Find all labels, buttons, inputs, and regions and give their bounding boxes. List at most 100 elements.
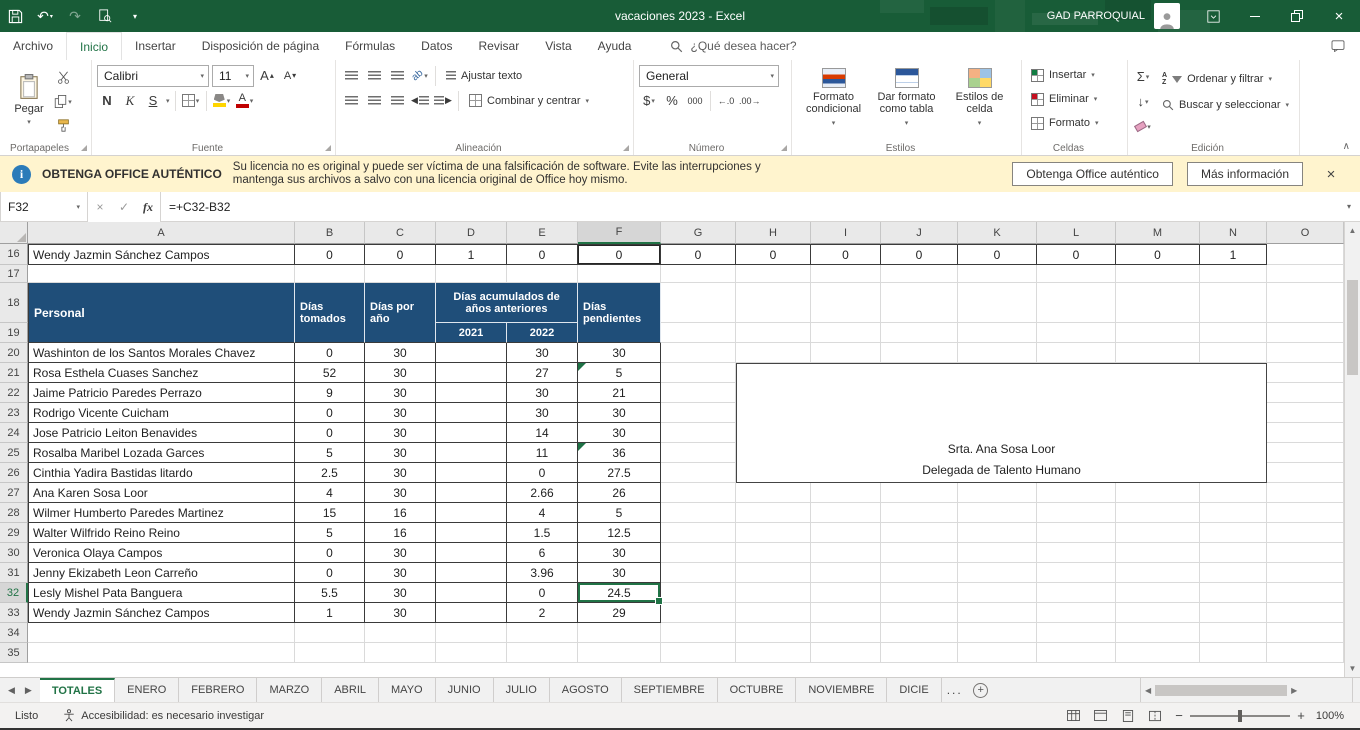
bold-button[interactable]: N: [97, 90, 117, 112]
cell-I18[interactable]: [811, 283, 881, 323]
cell-K35[interactable]: [958, 643, 1037, 663]
align-middle-icon[interactable]: [364, 65, 384, 87]
copy-icon[interactable]: ▾: [53, 92, 73, 111]
decrease-indent-icon[interactable]: ◀: [410, 90, 430, 112]
cell-L31[interactable]: [1037, 563, 1116, 583]
cell-F25[interactable]: 36: [578, 443, 661, 463]
cell-O24[interactable]: [1267, 423, 1344, 443]
cell-F34[interactable]: [578, 623, 661, 643]
decrease-decimal-icon[interactable]: .00→: [739, 90, 761, 112]
cell-F28[interactable]: 5: [578, 503, 661, 523]
cell-E17[interactable]: [507, 265, 578, 283]
cell-J31[interactable]: [881, 563, 958, 583]
cell-H28[interactable]: [736, 503, 811, 523]
ribbon-tab-disposicion-de-pagina[interactable]: Disposición de página: [189, 32, 332, 60]
cell-M28[interactable]: [1116, 503, 1200, 523]
column-header-M[interactable]: M: [1116, 222, 1200, 244]
zoom-out-icon[interactable]: −: [1168, 708, 1190, 723]
row-header-24[interactable]: 24: [0, 423, 28, 443]
page-break-view-icon[interactable]: [1141, 703, 1168, 728]
increase-font-icon[interactable]: A▴: [257, 65, 277, 87]
fill-icon[interactable]: ↓▾: [1133, 90, 1153, 113]
row-header-32[interactable]: 32: [0, 583, 28, 603]
column-header-B[interactable]: B: [295, 222, 365, 244]
cell-C34[interactable]: [365, 623, 436, 643]
cell-L17[interactable]: [1037, 265, 1116, 283]
row-header-18[interactable]: 18: [0, 283, 28, 323]
cell-H30[interactable]: [736, 543, 811, 563]
cell-I17[interactable]: [811, 265, 881, 283]
cell-H17[interactable]: [736, 265, 811, 283]
cell-O17[interactable]: [1267, 265, 1344, 283]
scroll-down-icon[interactable]: ▼: [1345, 660, 1360, 677]
zoom-level[interactable]: 100%: [1312, 710, 1360, 722]
next-sheet-icon[interactable]: ▶: [25, 685, 32, 696]
cell-M19[interactable]: [1116, 323, 1200, 343]
column-header-H[interactable]: H: [736, 222, 811, 244]
cell-G25[interactable]: [661, 443, 736, 463]
cell-I29[interactable]: [811, 523, 881, 543]
cell-H32[interactable]: [736, 583, 811, 603]
minimize-button[interactable]: [1234, 0, 1276, 32]
cell-H31[interactable]: [736, 563, 811, 583]
cell-M20[interactable]: [1116, 343, 1200, 363]
row-header-17[interactable]: 17: [0, 265, 28, 283]
conditional-formatting-button[interactable]: Formato condicional ▾: [797, 63, 870, 139]
cut-icon[interactable]: [53, 68, 73, 87]
cell-E24[interactable]: 14: [507, 423, 578, 443]
cell-J32[interactable]: [881, 583, 958, 603]
cell-C27[interactable]: 30: [365, 483, 436, 503]
cell-E27[interactable]: 2.66: [507, 483, 578, 503]
cell-A22[interactable]: Jaime Patricio Paredes Perrazo: [28, 383, 295, 403]
cell-N35[interactable]: [1200, 643, 1267, 663]
cell-O29[interactable]: [1267, 523, 1344, 543]
cell-F23[interactable]: 30: [578, 403, 661, 423]
decrease-font-icon[interactable]: A▾: [280, 65, 300, 87]
redo-icon[interactable]: ↷: [60, 0, 90, 32]
wrap-text-button[interactable]: Ajustar texto: [441, 65, 527, 87]
cell-B16[interactable]: 0: [295, 244, 365, 265]
cell-K33[interactable]: [958, 603, 1037, 623]
align-bottom-icon[interactable]: [387, 65, 407, 87]
cell-L32[interactable]: [1037, 583, 1116, 603]
ribbon-tab-ayuda[interactable]: Ayuda: [585, 32, 645, 60]
cell-L18[interactable]: [1037, 283, 1116, 323]
cell-G29[interactable]: [661, 523, 736, 543]
account-name[interactable]: GAD PARROQUIAL: [1047, 10, 1145, 22]
sheet-tab-julio[interactable]: JULIO: [494, 678, 550, 702]
cell-J17[interactable]: [881, 265, 958, 283]
cell-D24[interactable]: [436, 423, 507, 443]
cell-K34[interactable]: [958, 623, 1037, 643]
cell-I27[interactable]: [811, 483, 881, 503]
name-box[interactable]: F32 ▾: [0, 192, 88, 222]
cell-D17[interactable]: [436, 265, 507, 283]
italic-button[interactable]: K: [120, 90, 140, 112]
cell-A24[interactable]: Jose Patricio Leiton Benavides: [28, 423, 295, 443]
cell-N33[interactable]: [1200, 603, 1267, 623]
cell-A27[interactable]: Ana Karen Sosa Loor: [28, 483, 295, 503]
row-header-25[interactable]: 25: [0, 443, 28, 463]
cell-B32[interactable]: 5.5: [295, 583, 365, 603]
column-header-E[interactable]: E: [507, 222, 578, 244]
cell-O32[interactable]: [1267, 583, 1344, 603]
cell-G35[interactable]: [661, 643, 736, 663]
cell-C35[interactable]: [365, 643, 436, 663]
cell-C23[interactable]: 30: [365, 403, 436, 423]
cell-N30[interactable]: [1200, 543, 1267, 563]
cell-O25[interactable]: [1267, 443, 1344, 463]
row-header-19[interactable]: 19: [0, 323, 28, 343]
cell-F32[interactable]: 24.5: [578, 583, 661, 603]
cell-E20[interactable]: 30: [507, 343, 578, 363]
cell-E16[interactable]: 0: [507, 244, 578, 265]
scroll-left-icon[interactable]: ◀: [1145, 686, 1151, 695]
cell-G17[interactable]: [661, 265, 736, 283]
scroll-right-icon[interactable]: ▶: [1291, 686, 1297, 695]
cell-J29[interactable]: [881, 523, 958, 543]
cell-B22[interactable]: 9: [295, 383, 365, 403]
cell-F33[interactable]: 29: [578, 603, 661, 623]
cell-I28[interactable]: [811, 503, 881, 523]
zoom-slider[interactable]: [1190, 715, 1290, 717]
row-header-23[interactable]: 23: [0, 403, 28, 423]
cell-F20[interactable]: 30: [578, 343, 661, 363]
accessibility-status[interactable]: Accesibilidad: es necesario investigar: [53, 709, 274, 722]
